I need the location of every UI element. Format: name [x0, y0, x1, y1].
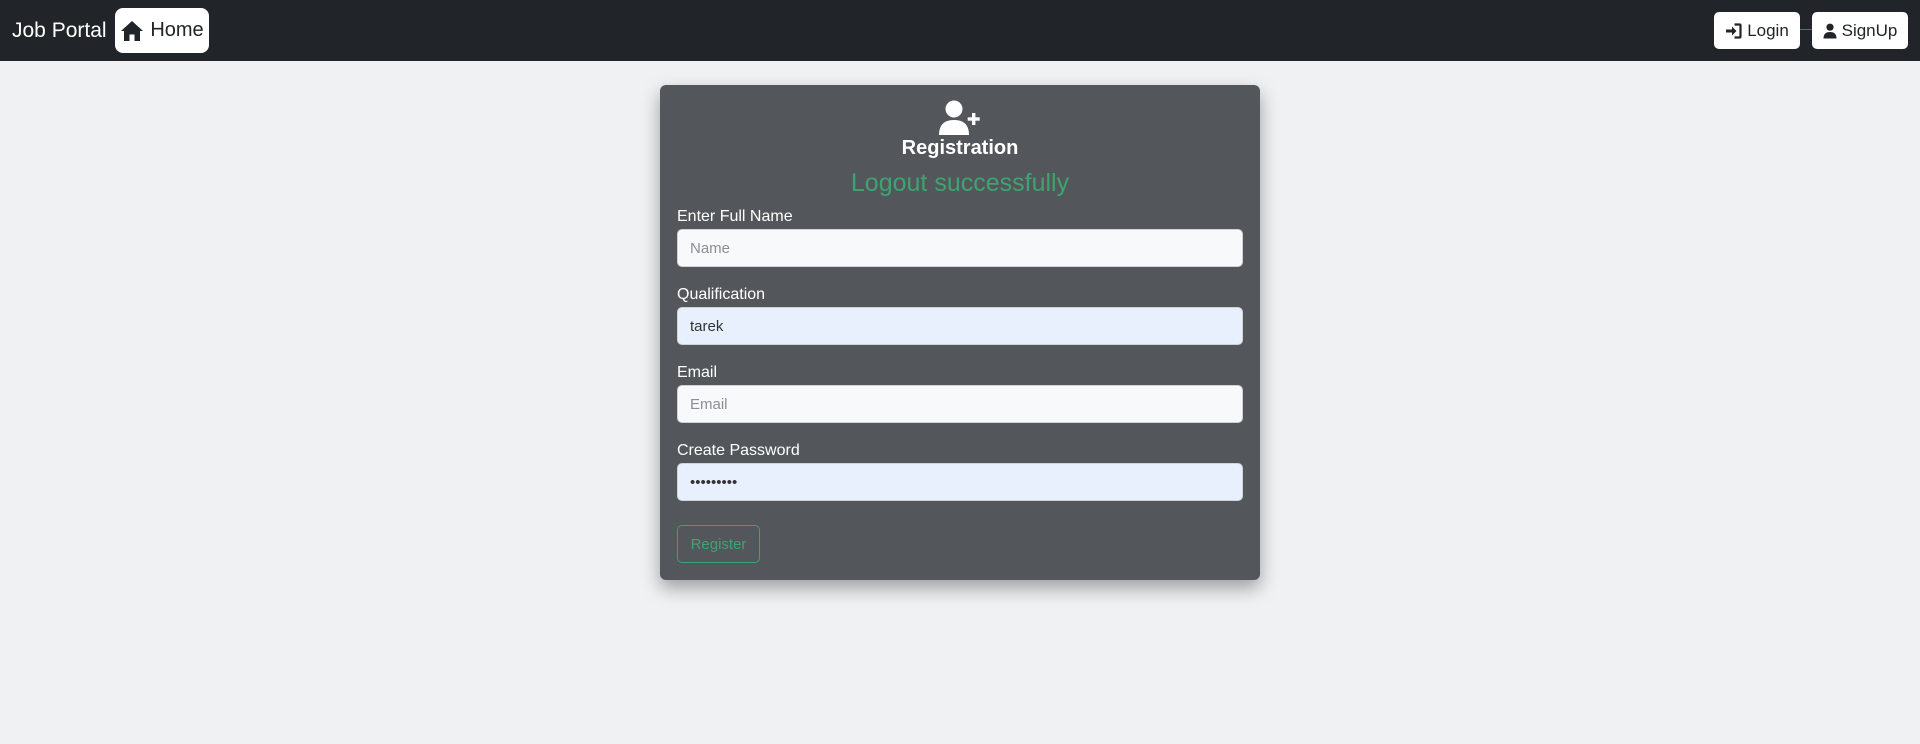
- qualification-input[interactable]: [677, 307, 1243, 345]
- status-message: Logout successfully: [850, 169, 1070, 197]
- user-plus-icon: [939, 100, 980, 135]
- email-label: Email: [677, 364, 718, 381]
- full-name-label: Enter Full Name: [677, 208, 793, 225]
- user-icon: [1823, 23, 1837, 38]
- login-button[interactable]: Login: [1714, 12, 1800, 49]
- register-button[interactable]: Register: [677, 525, 760, 563]
- signup-button[interactable]: SignUp: [1812, 12, 1908, 49]
- qualification-label: Qualification: [677, 286, 766, 303]
- login-button-label: Login: [1747, 20, 1789, 40]
- top-navbar: Job Portal Home Login SignUp: [0, 0, 1920, 61]
- home-button-label: Home: [150, 19, 204, 41]
- password-label: Create Password: [677, 442, 800, 459]
- home-button[interactable]: Home: [115, 8, 209, 53]
- home-icon: [121, 20, 144, 41]
- registration-card: Registration Logout successfully Enter F…: [660, 85, 1260, 580]
- signup-button-label: SignUp: [1841, 20, 1898, 40]
- email-input[interactable]: [677, 385, 1243, 423]
- registration-title: Registration: [901, 137, 1019, 159]
- brand-logo-text[interactable]: Job Portal: [12, 18, 107, 44]
- full-name-input[interactable]: [677, 229, 1243, 267]
- password-input[interactable]: [677, 463, 1243, 501]
- nav-divider: [1800, 29, 1812, 30]
- sign-in-icon: [1726, 22, 1742, 39]
